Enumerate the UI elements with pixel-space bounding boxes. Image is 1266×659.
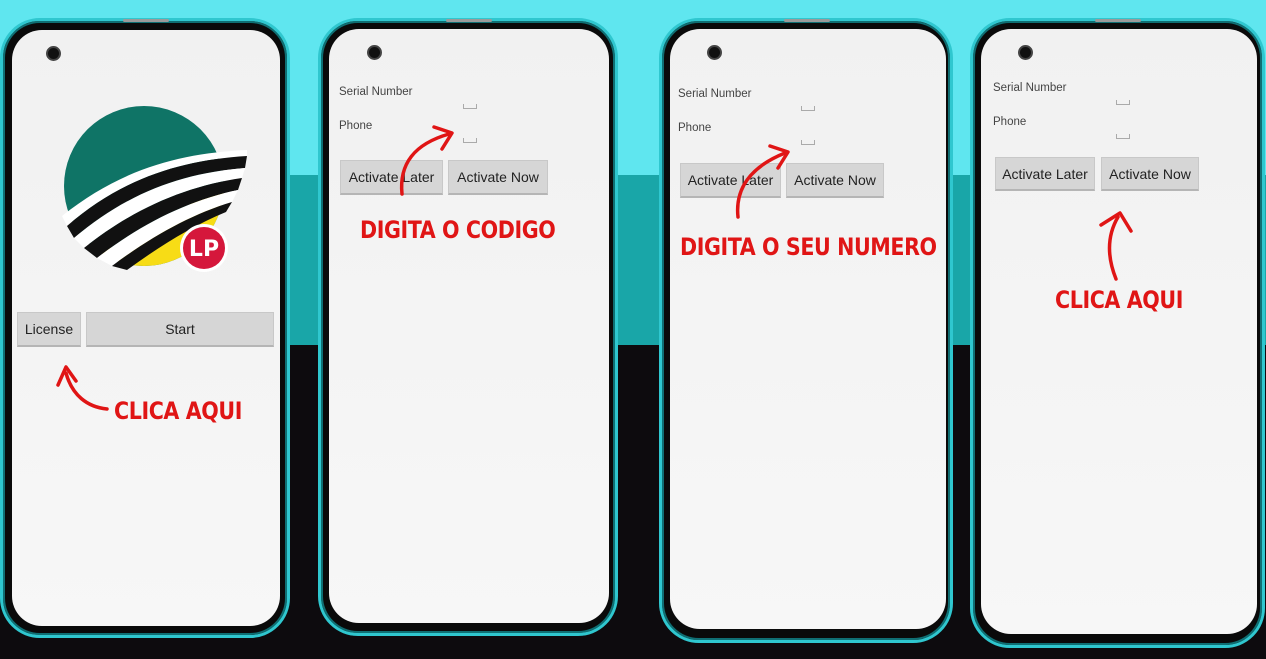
license-button[interactable]: License [17, 312, 81, 347]
serial-number-label: Serial Number [678, 88, 752, 100]
phone-1: LP License Start CLICA AQUI [0, 18, 290, 638]
phone-3-screen: Serial Number Phone Activate Later Activ… [670, 29, 946, 629]
serial-number-input[interactable] [801, 106, 815, 111]
speaker-grille [123, 19, 169, 22]
phone-3: Serial Number Phone Activate Later Activ… [659, 18, 953, 643]
phone-label: Phone [993, 116, 1027, 128]
arrow-icon [399, 125, 454, 196]
arrow-icon [735, 144, 790, 219]
callout-text: CLICA AQUI [1055, 286, 1183, 314]
start-button[interactable]: Start [86, 312, 274, 347]
phone-4: Serial Number Phone Activate Later Activ… [970, 18, 1265, 648]
app-logo: LP [62, 106, 247, 272]
camera-icon [1018, 45, 1033, 60]
callout-text: CLICA AQUI [114, 397, 242, 425]
camera-icon [367, 45, 382, 60]
serial-number-label: Serial Number [339, 86, 413, 98]
callout-text: DIGITA O SEU NUMERO [680, 233, 937, 261]
speaker-grille [1095, 19, 1141, 22]
phone-4-screen: Serial Number Phone Activate Later Activ… [981, 29, 1257, 634]
camera-icon [707, 45, 722, 60]
phone-label: Phone [678, 122, 712, 134]
phone-2: Serial Number Phone Activate Later Activ… [318, 18, 618, 636]
speaker-grille [784, 19, 830, 22]
arrow-icon [56, 365, 109, 411]
activate-now-button[interactable]: Activate Now [1101, 157, 1199, 191]
camera-icon [46, 46, 61, 61]
phone-2-screen: Serial Number Phone Activate Later Activ… [329, 29, 609, 623]
logo-badge-text: LP [189, 237, 219, 262]
activate-now-button[interactable]: Activate Now [786, 163, 884, 198]
callout-text: DIGITA O CODIGO [360, 216, 556, 244]
serial-number-input[interactable] [463, 104, 477, 109]
phone-input[interactable] [801, 140, 815, 145]
phone-input[interactable] [1116, 134, 1130, 139]
serial-number-input[interactable] [1116, 100, 1130, 105]
serial-number-label: Serial Number [993, 82, 1067, 94]
speaker-grille [446, 19, 492, 22]
phone-1-screen: LP License Start CLICA AQUI [12, 30, 280, 626]
arrow-icon [1099, 211, 1133, 281]
activate-later-button[interactable]: Activate Later [995, 157, 1095, 191]
phone-label: Phone [339, 120, 373, 132]
phone-input[interactable] [463, 138, 477, 143]
